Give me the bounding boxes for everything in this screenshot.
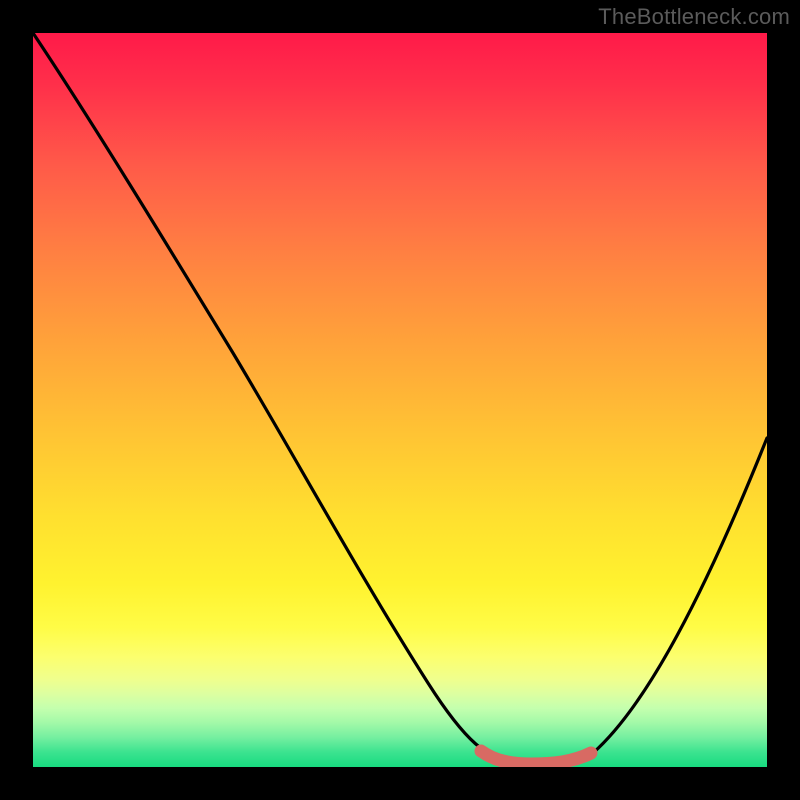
chart-frame: TheBottleneck.com <box>0 0 800 800</box>
watermark-text: TheBottleneck.com <box>598 4 790 30</box>
optimal-range-highlight <box>33 33 767 767</box>
plot-area <box>33 33 767 767</box>
plot-inner <box>33 33 767 767</box>
